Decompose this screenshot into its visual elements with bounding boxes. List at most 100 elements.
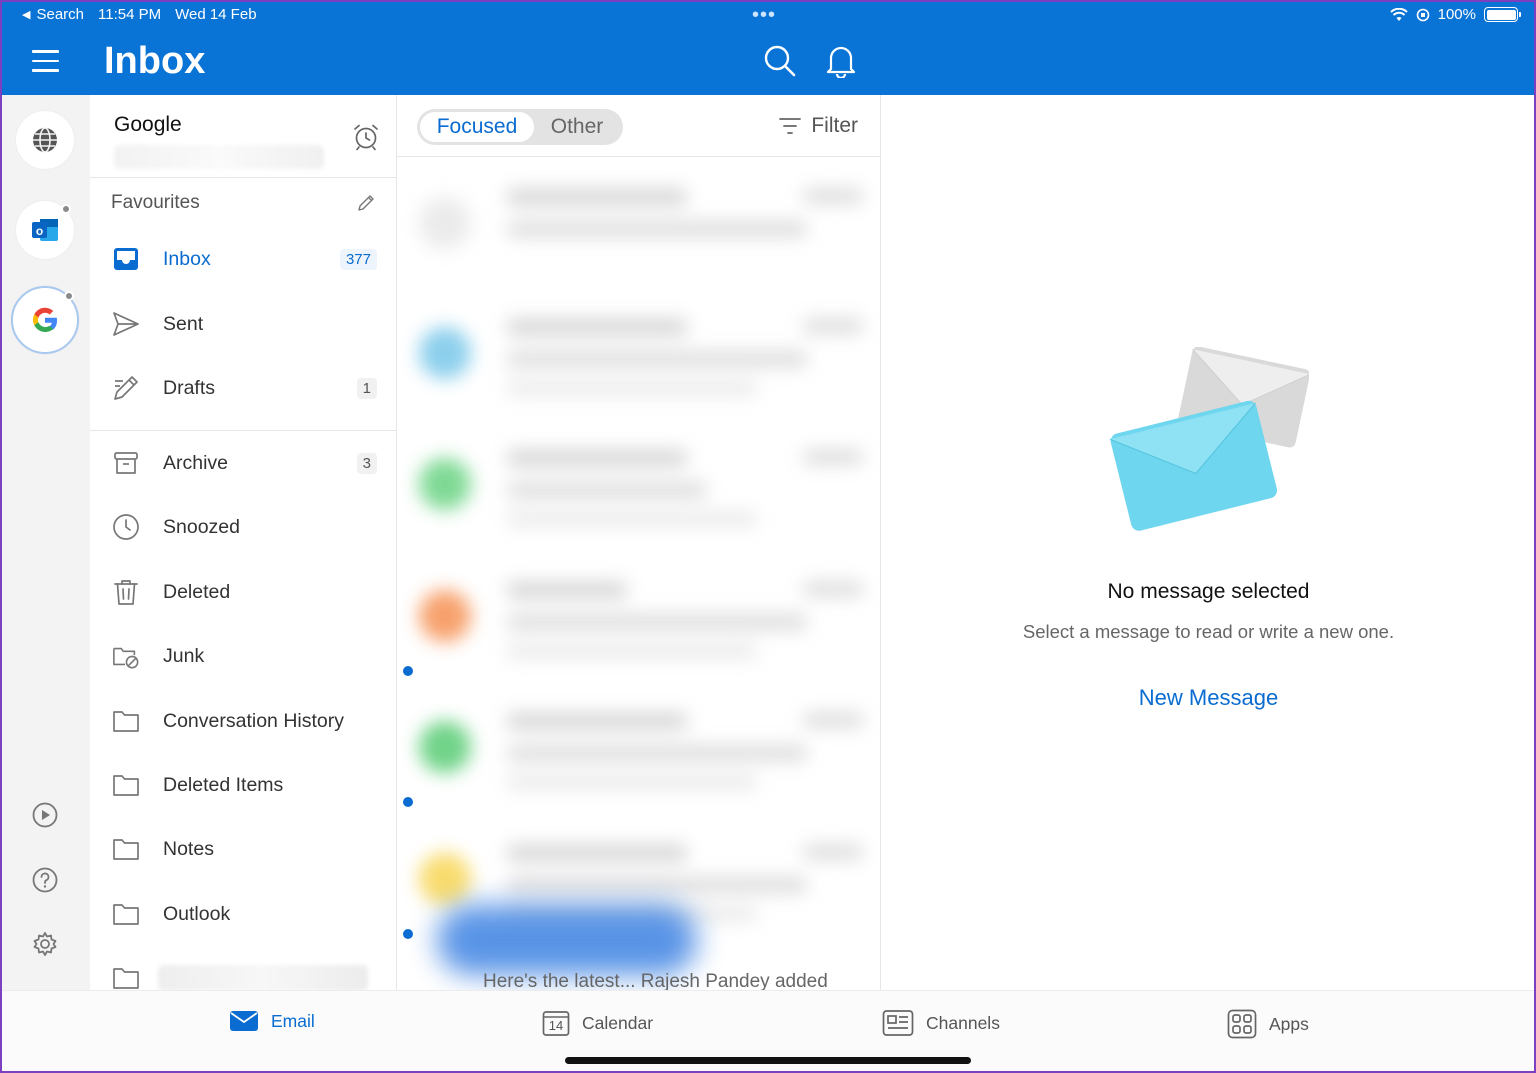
multitasking-dots-icon[interactable]: ••• — [752, 4, 776, 27]
app-header: ◀ Search 11:54 PM Wed 14 Feb ••• 100% In… — [0, 0, 1536, 95]
count-badge: 1 — [356, 377, 377, 399]
message-item-blurred[interactable] — [417, 291, 873, 421]
calendar-icon: 14 — [542, 1009, 570, 1037]
battery-icon — [1484, 7, 1521, 22]
tab-email[interactable]: Email — [229, 1009, 315, 1033]
unread-count-badge: 377 — [339, 248, 377, 270]
outlook-logo-icon: o — [32, 219, 58, 241]
folder-deleted[interactable]: Deleted — [90, 567, 396, 617]
globe-icon — [33, 127, 57, 153]
folder-junk[interactable]: Junk — [90, 631, 396, 681]
folder-inbox[interactable]: Inbox 377 — [90, 234, 396, 284]
tab-calendar[interactable]: 14 Calendar — [542, 1009, 653, 1037]
home-indicator[interactable] — [565, 1057, 971, 1064]
empty-state-title: No message selected — [1107, 580, 1310, 603]
folder-label: Inbox — [163, 247, 211, 270]
folder-label: Deleted Items — [163, 773, 284, 796]
tab-focused[interactable]: Focused — [420, 112, 534, 142]
folder-label: Drafts — [163, 376, 216, 399]
inbox-icon — [112, 245, 140, 273]
archive-icon — [112, 449, 140, 477]
message-item-blurred[interactable] — [417, 161, 873, 291]
menu-icon[interactable] — [32, 50, 59, 79]
help-icon[interactable] — [31, 866, 59, 894]
unread-indicator — [403, 797, 413, 807]
outlook-account-button[interactable]: o — [16, 201, 74, 259]
clock-icon — [112, 513, 140, 541]
notification-bell-icon[interactable] — [826, 44, 856, 78]
status-time: 11:54 PM — [98, 6, 162, 23]
search-icon[interactable] — [763, 44, 797, 78]
apps-grid-icon — [1227, 1009, 1257, 1039]
google-account-button[interactable] — [11, 286, 79, 354]
folder-drafts[interactable]: Drafts 1 — [90, 363, 396, 413]
filter-label: Filter — [811, 114, 858, 137]
folder-label: Snoozed — [163, 515, 240, 538]
folder-label: Outlook — [163, 902, 231, 925]
status-date: Wed 14 Feb — [175, 6, 257, 23]
send-icon — [112, 310, 140, 338]
filter-button[interactable]: Filter — [779, 114, 858, 138]
page-title: Inbox — [104, 40, 206, 82]
account-rail: o — [0, 95, 90, 990]
message-item-blurred[interactable] — [417, 685, 873, 815]
reading-pane: No message selected Select a message to … — [881, 95, 1536, 990]
unread-dot — [64, 291, 74, 301]
tab-other[interactable]: Other — [534, 112, 620, 142]
folder-label: Junk — [163, 644, 205, 667]
tab-label: Channels — [926, 1012, 1000, 1033]
all-accounts-button[interactable] — [16, 111, 74, 169]
favourites-heading: Favourites — [111, 192, 200, 213]
folder-icon — [112, 964, 140, 990]
unread-indicator — [403, 929, 413, 939]
message-item-blurred[interactable] — [437, 905, 697, 975]
message-list-pane: Focused Other Filter Here's the latest..… — [397, 95, 881, 990]
wifi-icon — [1389, 7, 1408, 21]
folder-archive[interactable]: Archive 3 — [90, 438, 396, 488]
folder-notes[interactable]: Notes — [90, 824, 396, 874]
count-badge: 3 — [356, 452, 377, 474]
folder-label: Sent — [163, 312, 204, 335]
folder-label: Deleted — [163, 580, 231, 603]
message-item-blurred[interactable] — [417, 554, 873, 684]
folder-redacted[interactable] — [90, 953, 396, 990]
folder-conversation-history[interactable]: Conversation History — [90, 696, 396, 746]
redacted-folder-label — [158, 965, 368, 990]
settings-gear-icon[interactable] — [31, 930, 59, 958]
focused-other-toggle: Focused Other — [417, 109, 623, 145]
tab-apps[interactable]: Apps — [1227, 1009, 1309, 1039]
mail-icon — [230, 1011, 258, 1031]
status-bar-right: 100% — [1389, 6, 1521, 23]
new-message-link[interactable]: New Message — [881, 685, 1536, 711]
folder-icon — [112, 835, 140, 863]
unread-dot — [61, 204, 71, 214]
status-bar-left: ◀ Search 11:54 PM Wed 14 Feb — [22, 6, 257, 23]
folder-snoozed[interactable]: Snoozed — [90, 502, 396, 552]
status-back-label[interactable]: Search — [36, 6, 84, 23]
folder-icon — [112, 771, 140, 799]
tab-label: Email — [271, 1010, 315, 1031]
tab-channels[interactable]: Channels — [882, 1009, 1000, 1037]
trash-icon — [112, 578, 140, 606]
play-icon[interactable] — [31, 801, 59, 829]
alarm-clock-icon[interactable] — [352, 123, 380, 151]
folder-label: Archive — [163, 451, 229, 474]
drafts-icon — [112, 374, 140, 402]
folder-outlook[interactable]: Outlook — [90, 889, 396, 939]
folder-label: Conversation History — [163, 709, 344, 732]
calendar-day: 14 — [548, 1018, 564, 1033]
back-arrow-icon[interactable]: ◀ — [22, 8, 30, 21]
folder-deleted-items[interactable]: Deleted Items — [90, 760, 396, 810]
filter-icon — [779, 118, 802, 134]
folder-pane: Google Favourites Inbox 377 Sent Drafts … — [90, 95, 397, 990]
edit-pencil-icon[interactable] — [356, 193, 376, 213]
tab-label: Calendar — [582, 1012, 654, 1033]
message-item-blurred[interactable] — [417, 422, 873, 552]
empty-state-subtitle: Select a message to read or write a new … — [1022, 621, 1395, 642]
google-logo-icon — [32, 307, 58, 332]
tab-label: Apps — [1269, 1013, 1309, 1034]
channels-icon — [882, 1010, 914, 1036]
folder-icon — [112, 900, 140, 928]
folder-sent[interactable]: Sent — [90, 299, 396, 349]
message-preview-fragment: Here's the latest... Rajesh Pandey added — [483, 971, 828, 990]
